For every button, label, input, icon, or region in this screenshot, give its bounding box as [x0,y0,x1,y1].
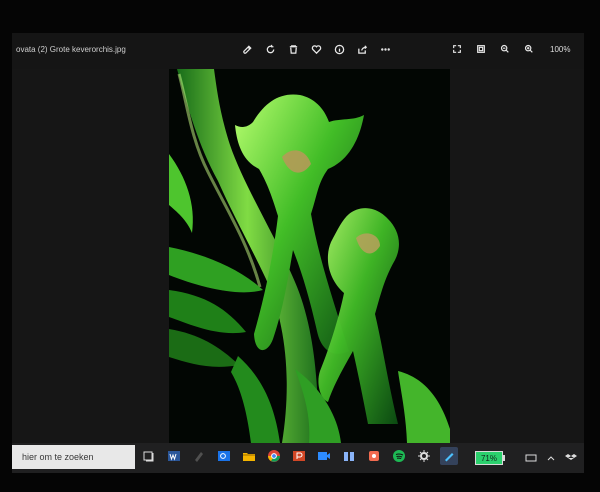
word-icon[interactable] [165,447,183,465]
dropbox-icon[interactable] [565,452,577,466]
zoom-out-icon[interactable] [498,41,512,57]
zoom-in-icon[interactable] [522,41,536,57]
file-explorer-icon[interactable] [240,447,258,465]
more-icon[interactable] [378,41,392,57]
heart-icon[interactable] [309,41,323,57]
task-view-icon[interactable] [140,447,158,465]
system-tray: N [525,452,584,466]
battery-status: 71% [475,451,505,465]
trash-icon[interactable] [286,41,300,57]
share-icon[interactable] [355,41,369,57]
powerpoint-icon[interactable] [290,447,308,465]
file-name: ovata (2) Grote keverorchis.jpg [16,45,126,54]
viewer-right-toolbar: 100% [450,41,570,57]
fit-icon[interactable] [474,41,488,57]
book-icon[interactable] [340,447,358,465]
info-icon[interactable] [332,41,346,57]
image-viewer-area [12,69,584,443]
pen-edit-icon[interactable] [440,447,458,465]
viewer-toolbar [240,41,392,57]
pen-icon[interactable] [190,447,208,465]
orchid-photo [169,69,450,443]
taskbar-app-icons [140,447,458,465]
rotate-icon[interactable] [263,41,277,57]
video-icon[interactable] [315,447,333,465]
chrome-icon[interactable] [265,447,283,465]
windows-taskbar: hier om te zoeken 71% [12,443,584,473]
photo-viewer-titlebar: ovata (2) Grote keverorchis.jpg 100% [12,33,584,69]
spotify-icon[interactable] [390,447,408,465]
taskbar-search-field[interactable]: hier om te zoeken [12,445,135,469]
zoom-level: 100% [550,44,571,54]
edit-icon[interactable] [240,41,254,57]
outlook-icon[interactable] [215,447,233,465]
display-icon[interactable] [525,452,537,466]
projected-screen-frame: ovata (2) Grote keverorchis.jpg 100% hie… [0,0,600,492]
app-icon[interactable] [365,447,383,465]
settings-icon[interactable] [415,447,433,465]
fullscreen-icon[interactable] [450,41,464,57]
windows-screen: ovata (2) Grote keverorchis.jpg 100% hie… [12,33,584,473]
chevron-up-icon[interactable] [545,452,557,466]
